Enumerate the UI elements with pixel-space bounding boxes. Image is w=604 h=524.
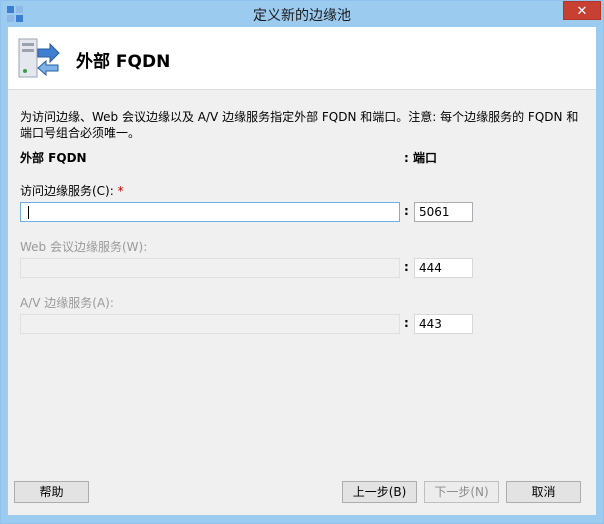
colon-separator: :: [404, 204, 409, 218]
dialog-window: 定义新的边缘池 ✕ 外部 FQDN 为访问边缘、Web 会议边缘以及 A/V 边…: [0, 0, 604, 524]
fqdn-column-header: 外部 FQDN: [20, 151, 87, 165]
web-conf-edge-fqdn-input[interactable]: [20, 258, 400, 278]
access-edge-fqdn-input[interactable]: [20, 202, 400, 222]
port-column-header: : 端口: [404, 151, 437, 165]
page-title: 外部 FQDN: [76, 52, 171, 72]
cancel-button[interactable]: 取消: [506, 481, 581, 503]
av-edge-port-input[interactable]: 443: [414, 314, 473, 334]
text-caret: [28, 206, 29, 219]
close-button[interactable]: ✕: [563, 1, 601, 20]
web-conf-edge-port-input[interactable]: 444: [414, 258, 473, 278]
access-edge-port-input[interactable]: 5061: [414, 202, 473, 222]
av-edge-fqdn-input[interactable]: [20, 314, 400, 334]
dialog-body: 外部 FQDN 为访问边缘、Web 会议边缘以及 A/V 边缘服务指定外部 FQ…: [8, 27, 596, 515]
required-mark: *: [117, 184, 124, 198]
back-button[interactable]: 上一步(B): [342, 481, 417, 503]
colon-separator: :: [404, 260, 409, 274]
av-edge-label: A/V 边缘服务(A):: [20, 296, 114, 310]
description-text: 为访问边缘、Web 会议边缘以及 A/V 边缘服务指定外部 FQDN 和端口。注…: [20, 110, 579, 140]
server-arrows-icon: [18, 38, 60, 78]
colon-separator: :: [404, 316, 409, 330]
help-button[interactable]: 帮助: [14, 481, 89, 503]
web-conf-edge-label: Web 会议边缘服务(W):: [20, 240, 148, 254]
next-button[interactable]: 下一步(N): [424, 481, 499, 503]
window-title: 定义新的边缘池: [253, 8, 351, 24]
header-panel: 外部 FQDN: [8, 27, 596, 90]
title-bar[interactable]: 定义新的边缘池 ✕: [1, 1, 603, 27]
access-edge-label: 访问边缘服务(C): *: [20, 184, 124, 198]
